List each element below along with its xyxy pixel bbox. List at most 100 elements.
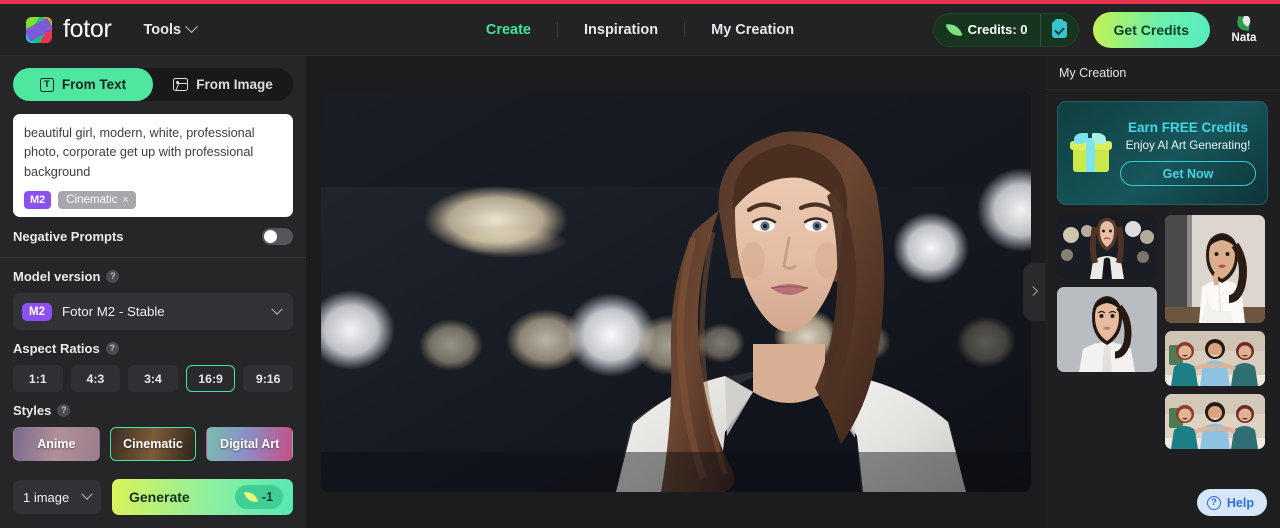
my-creation-title: My Creation — [1045, 56, 1280, 90]
creations-column-left — [1057, 215, 1157, 449]
aspect-ratios-title-row: Aspect Ratios ? — [13, 341, 293, 356]
nav-my-creation[interactable]: My Creation — [685, 22, 820, 38]
generate-bar: 1 image Generate -1 — [0, 468, 306, 528]
aspect-ratio-9-16[interactable]: 9:16 — [243, 365, 293, 392]
tab-from-text-label: From Text — [61, 77, 127, 92]
get-now-button[interactable]: Get Now — [1120, 161, 1256, 186]
thumb-woman-portrait-gray[interactable] — [1057, 287, 1157, 372]
generated-image-render — [321, 92, 1031, 492]
styles-title-row: Styles ? — [13, 403, 293, 418]
image-canvas — [307, 56, 1045, 528]
generate-cost-badge: -1 — [234, 485, 283, 509]
image-count-select[interactable]: 1 image — [13, 480, 101, 514]
promo-headline-post: Credits — [1197, 120, 1249, 135]
tab-from-image[interactable]: From Image — [153, 68, 293, 101]
help-button[interactable]: ? Help — [1196, 489, 1267, 516]
styles-title: Styles — [13, 403, 52, 418]
aspect-ratio-4-3[interactable]: 4:3 — [70, 365, 121, 392]
negative-prompts-label: Negative Prompts — [13, 229, 124, 244]
model-version-select[interactable]: M2 Fotor M2 - Stable — [13, 293, 293, 330]
model-version-badge: M2 — [22, 302, 52, 321]
creations-grid — [1045, 205, 1280, 449]
promo-headline-pre: Earn — [1127, 120, 1162, 135]
text-box-icon: T — [39, 77, 54, 92]
get-credits-button[interactable]: Get Credits — [1092, 11, 1210, 48]
prompt-text[interactable]: beautiful girl, modern, white, professio… — [24, 124, 282, 191]
earn-free-credits-card[interactable]: Earn FREE Credits Enjoy AI Art Generatin… — [1057, 101, 1268, 205]
thumb-woman-white-shirt-render — [1165, 215, 1265, 323]
creations-column-right — [1165, 215, 1265, 449]
close-icon[interactable]: × — [122, 194, 128, 206]
generated-image[interactable] — [321, 92, 1031, 492]
nav-create[interactable]: Create — [460, 22, 557, 38]
chevron-down-icon — [185, 20, 198, 34]
app-header: fotor Tools Create Inspiration My Creati… — [0, 4, 1280, 56]
model-version-value: Fotor M2 - Stable — [61, 304, 165, 319]
help-label: Help — [1226, 495, 1254, 510]
help-icon[interactable]: ? — [57, 404, 71, 417]
account-avatar[interactable]: Nata — [1224, 16, 1264, 44]
account-name: Nata — [1231, 31, 1257, 44]
header-actions: Credits: 0 Get Credits Nata — [932, 11, 1264, 48]
image-icon — [173, 78, 189, 91]
thumb-three-friends-1[interactable] — [1165, 331, 1265, 386]
thumb-three-friends-1-render — [1165, 331, 1265, 386]
nav-inspiration[interactable]: Inspiration — [558, 22, 684, 38]
input-mode-tabs: T From Text From Image — [13, 68, 293, 101]
aspect-ratio-options: 1:1 4:3 3:4 16:9 9:16 — [13, 365, 293, 392]
style-options: Anime Cinematic Digital Art — [13, 427, 294, 461]
my-creation-sidebar: My Creation Earn FREE Credits Enjoy AI A… — [1045, 56, 1280, 528]
aspect-ratios-section: Aspect Ratios ? 1:1 4:3 3:4 16:9 9:16 — [0, 330, 306, 392]
tools-label: Tools — [143, 21, 182, 38]
prompt-input-area[interactable]: beautiful girl, modern, white, professio… — [13, 114, 293, 217]
style-digital-art[interactable]: Digital Art — [206, 427, 294, 461]
thumb-three-friends-2[interactable] — [1165, 394, 1265, 449]
credits-widget[interactable]: Credits: 0 — [932, 12, 1079, 47]
promo-headline-accent: FREE — [1161, 120, 1198, 135]
aspect-ratios-title: Aspect Ratios — [13, 341, 100, 356]
brand-logo[interactable]: fotor — [26, 15, 112, 44]
collapse-right-panel-button[interactable] — [1023, 263, 1045, 321]
settings-sidebar: T From Text From Image beautiful girl, m… — [0, 56, 307, 528]
generate-button[interactable]: Generate -1 — [112, 479, 293, 515]
chevron-down-icon — [271, 303, 283, 315]
negative-prompts-row: Negative Prompts — [13, 228, 293, 245]
prompt-tags: M2 Cinematic × — [24, 191, 282, 209]
style-cinematic[interactable]: Cinematic — [109, 427, 197, 461]
thumb-woman-white-shirt[interactable] — [1165, 215, 1265, 323]
thumb-three-friends-2-render — [1165, 394, 1265, 449]
model-version-section: Model version ? M2 Fotor M2 - Stable — [0, 258, 306, 330]
fotor-ai-image-generator: fotor Tools Create Inspiration My Creati… — [0, 0, 1280, 528]
tools-menu[interactable]: Tools — [143, 20, 198, 38]
image-count-value: 1 image — [23, 489, 70, 505]
aspect-ratio-3-4[interactable]: 3:4 — [128, 365, 178, 392]
fotor-pinwheel-icon — [26, 16, 52, 43]
help-icon[interactable]: ? — [106, 270, 120, 283]
tab-from-image-label: From Image — [196, 77, 273, 92]
promo-headline: Earn FREE Credits — [1120, 120, 1256, 135]
thumb-woman-bokeh-render — [1057, 215, 1157, 279]
thumb-woman-bokeh[interactable] — [1057, 215, 1157, 279]
prompt-style-chip[interactable]: Cinematic × — [58, 191, 136, 209]
avatar-leaf-icon — [1236, 16, 1253, 31]
chevron-right-icon — [1027, 285, 1038, 296]
daily-tasks-button[interactable] — [1041, 18, 1078, 38]
help-icon[interactable]: ? — [105, 342, 119, 355]
promo-body: Earn FREE Credits Enjoy AI Art Generatin… — [1112, 120, 1267, 186]
app-body: T From Text From Image beautiful girl, m… — [0, 56, 1280, 528]
leaf-icon — [945, 21, 962, 38]
negative-prompts-toggle[interactable] — [262, 228, 293, 245]
model-version-title-row: Model version ? — [13, 269, 293, 284]
model-version-title: Model version — [13, 269, 101, 284]
credits-label: Credits: 0 — [967, 22, 1028, 37]
aspect-ratio-1-1[interactable]: 1:1 — [13, 365, 63, 392]
thumb-woman-portrait-gray-render — [1057, 287, 1157, 372]
prompt-style-chip-label: Cinematic — [66, 194, 118, 206]
tab-from-text[interactable]: T From Text — [13, 68, 153, 101]
clipboard-check-icon — [1051, 18, 1067, 38]
gift-icon — [1070, 133, 1112, 172]
style-anime[interactable]: Anime — [13, 427, 100, 461]
aspect-ratio-16-9[interactable]: 16:9 — [185, 365, 236, 392]
promo-subtext: Enjoy AI Art Generating! — [1125, 139, 1251, 152]
generate-label: Generate — [129, 489, 190, 505]
